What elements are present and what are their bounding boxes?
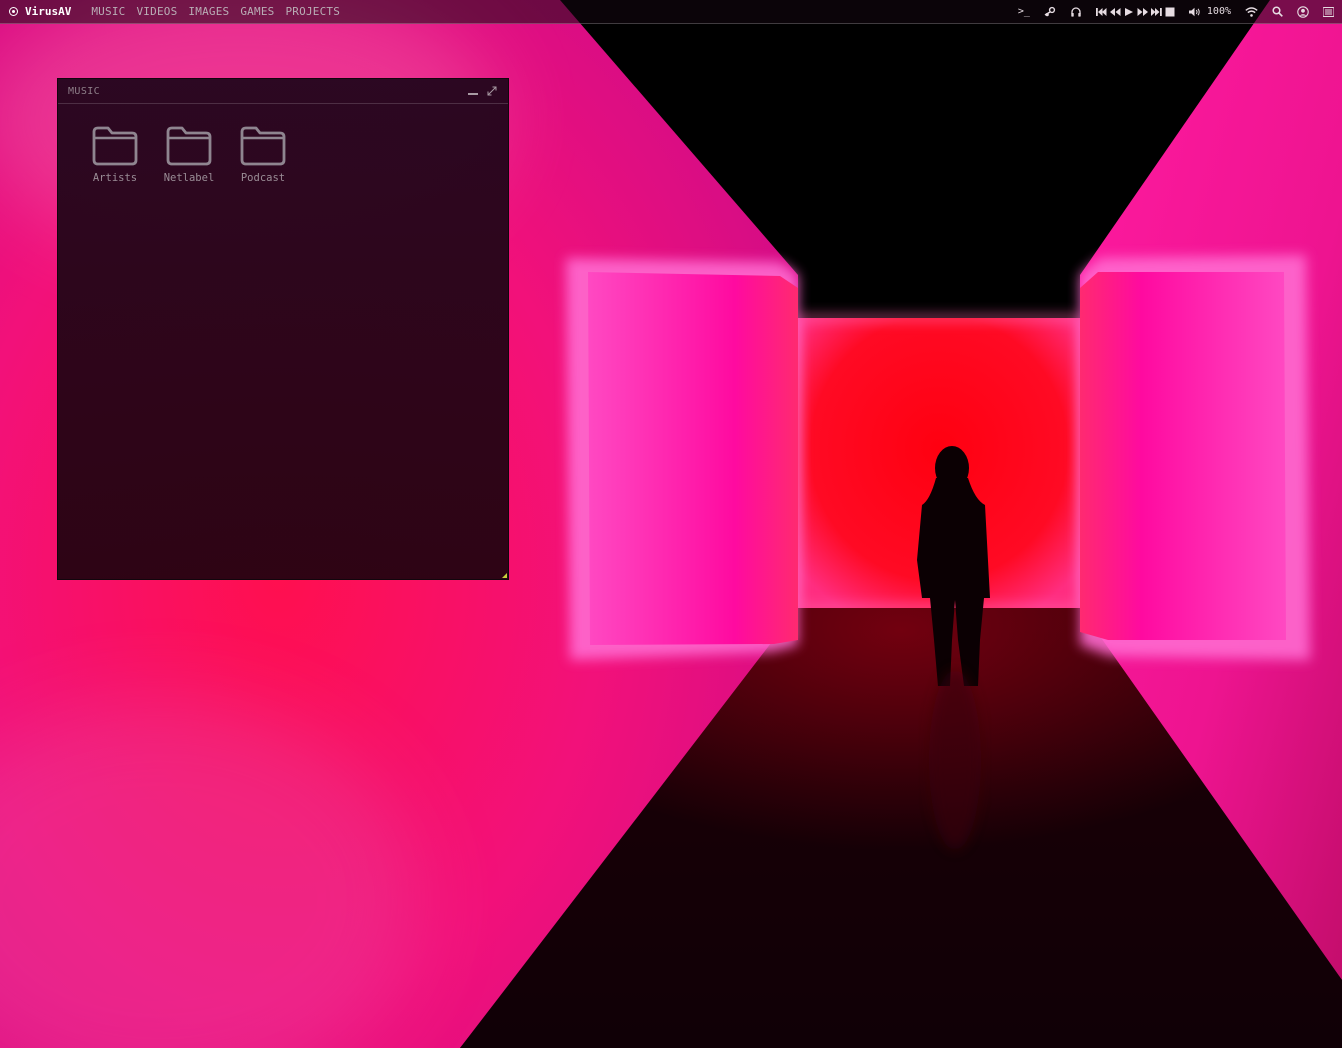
minimize-button[interactable]	[467, 85, 479, 97]
maximize-button[interactable]	[486, 85, 498, 97]
search-icon[interactable]	[1272, 0, 1283, 24]
play-icon[interactable]	[1124, 0, 1134, 24]
folder-artists[interactable]: Artists	[78, 126, 152, 184]
minimize-icon	[468, 93, 478, 95]
headphones-icon[interactable]	[1070, 0, 1082, 24]
logo-icon	[9, 7, 18, 16]
nav-projects[interactable]: PROJECTS	[285, 5, 340, 18]
top-bar: VirusAV MUSIC VIDEOS IMAGES GAMES PROJEC…	[0, 0, 1342, 24]
user-icon[interactable]	[1297, 0, 1309, 24]
nav-videos[interactable]: VIDEOS	[136, 5, 177, 18]
system-tray: >_ 100%	[1018, 0, 1334, 24]
expand-icon	[487, 86, 497, 96]
nav-images[interactable]: IMAGES	[188, 5, 229, 18]
resize-handle[interactable]	[502, 573, 507, 578]
window-controls	[467, 85, 498, 97]
volume-icon[interactable]	[1188, 0, 1201, 24]
nav-music[interactable]: MUSIC	[91, 5, 125, 18]
wifi-icon[interactable]	[1245, 0, 1258, 24]
terminal-icon[interactable]: >_	[1018, 0, 1030, 24]
folder-icon	[166, 126, 212, 166]
folder-label: Artists	[92, 172, 138, 184]
steam-icon[interactable]	[1044, 0, 1056, 24]
rewind-icon[interactable]	[1109, 0, 1121, 24]
folder-label: Podcast	[240, 172, 286, 184]
brand[interactable]: VirusAV	[9, 5, 71, 18]
skip-back-icon[interactable]	[1095, 0, 1107, 24]
stop-icon[interactable]	[1165, 0, 1175, 24]
menu-icon[interactable]	[1323, 0, 1334, 24]
window-titlebar[interactable]: MUSIC	[58, 79, 508, 104]
folder-icon	[240, 126, 286, 166]
brand-name: VirusAV	[25, 5, 72, 18]
volume-level: 100%	[1206, 6, 1231, 17]
folder-label: Netlabel	[163, 172, 215, 184]
folder-grid: Artists Netlabel Podcast	[58, 104, 508, 184]
skip-forward-icon[interactable]	[1150, 0, 1162, 24]
nav-games[interactable]: GAMES	[240, 5, 274, 18]
music-window[interactable]: MUSIC Artists Netlabel Podcast	[57, 78, 509, 580]
fast-forward-icon[interactable]	[1137, 0, 1148, 24]
folder-netlabel[interactable]: Netlabel	[152, 126, 226, 184]
folder-podcast[interactable]: Podcast	[226, 126, 300, 184]
window-title: MUSIC	[68, 85, 101, 97]
folder-icon	[92, 126, 138, 166]
